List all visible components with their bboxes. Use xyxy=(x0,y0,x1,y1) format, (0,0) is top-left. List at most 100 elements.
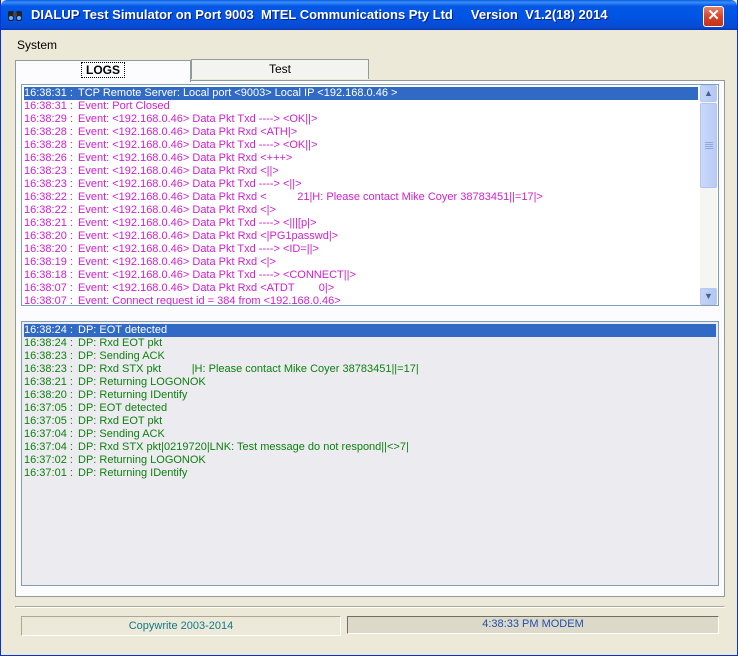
row-message: DP: EOT detected xyxy=(78,324,168,336)
event-log-row[interactable]: 16:38:20 : Event: <192.168.0.46> Data Pkt… xyxy=(24,230,698,243)
scroll-thumb[interactable] xyxy=(700,103,717,188)
row-time: 16:38:29 : xyxy=(24,113,73,125)
close-icon: ✕ xyxy=(707,7,720,24)
row-time: 16:37:01 : xyxy=(24,467,73,479)
event-log-row[interactable]: 16:38:19 : Event: <192.168.0.46> Data Pkt… xyxy=(24,256,698,269)
row-time: 16:38:23 : xyxy=(24,165,73,177)
event-log-row[interactable]: 16:38:26 : Event: <192.168.0.46> Data Pkt… xyxy=(24,152,698,165)
row-message: Event: Connect request id = 384 from <19… xyxy=(78,295,341,306)
row-message: DP: EOT detected xyxy=(78,402,168,414)
row-message: Event: <192.168.0.46> Data Pkt Rxd <ATH|… xyxy=(78,126,298,138)
row-message: Event: <192.168.0.46> Data Pkt Rxd <|> xyxy=(78,256,276,268)
row-message: DP: Sending ACK xyxy=(78,350,165,362)
close-button[interactable]: ✕ xyxy=(703,6,724,27)
grip-icon xyxy=(705,142,713,149)
event-log-row[interactable]: 16:38:23 : Event: <192.168.0.46> Data Pkt… xyxy=(24,165,698,178)
event-log-row[interactable]: 16:38:31 : Event: Port Closed xyxy=(24,100,698,113)
row-time: 16:38:21 : xyxy=(24,217,73,229)
tab-logs-label: LOGS xyxy=(80,62,125,78)
app-window: DIALUP Test Simulator on Port 9003 MTEL … xyxy=(0,0,738,656)
row-time: 16:38:24 : xyxy=(24,337,73,349)
event-log-row[interactable]: 16:38:22 : Event: <192.168.0.46> Data Pkt… xyxy=(24,204,698,217)
row-message: Event: <192.168.0.46> Data Pkt Rxd < 21|… xyxy=(78,191,543,203)
tab-logs[interactable]: LOGS xyxy=(15,60,191,82)
row-time: 16:38:22 : xyxy=(24,204,73,216)
event-log-row[interactable]: 16:38:28 : Event: <192.168.0.46> Data Pkt… xyxy=(24,139,698,152)
dp-log-row[interactable]: 16:37:04 : DP: Sending ACK xyxy=(24,428,716,441)
event-log-row[interactable]: 16:38:28 : Event: <192.168.0.46> Data Pkt… xyxy=(24,126,698,139)
event-log-row[interactable]: 16:38:31 : TCP Remote Server: Local port … xyxy=(24,87,698,100)
dp-log-row[interactable]: 16:38:21 : DP: Returning LOGONOK xyxy=(24,376,716,389)
dp-log-row[interactable]: 16:38:23 : DP: Sending ACK xyxy=(24,350,716,363)
status-divider xyxy=(15,606,725,608)
row-time: 16:38:20 : xyxy=(24,243,73,255)
row-message: DP: Sending ACK xyxy=(78,428,165,440)
dp-log-row[interactable]: 16:38:20 : DP: Returning IDentify xyxy=(24,389,716,402)
row-message: Event: <192.168.0.46> Data Pkt Rxd <+++> xyxy=(78,152,293,164)
binoculars-icon xyxy=(8,11,22,21)
row-message: DP: Rxd EOT pkt xyxy=(78,337,163,349)
row-time: 16:38:19 : xyxy=(24,256,73,268)
dp-log-row[interactable]: 16:38:24 : DP: Rxd EOT pkt xyxy=(24,337,716,350)
row-message: Event: <192.168.0.46> Data Pkt Txd ---->… xyxy=(78,139,318,151)
row-time: 16:38:20 : xyxy=(24,389,73,401)
row-message: Event: <192.168.0.46> Data Pkt Rxd <||> xyxy=(78,165,279,177)
menu-bar: System xyxy=(5,38,69,55)
event-log-row[interactable]: 16:38:29 : Event: <192.168.0.46> Data Pkt… xyxy=(24,113,698,126)
menu-system[interactable]: System xyxy=(5,37,69,53)
event-log-list[interactable]: ▲ ▼ 16:38:31 : TCP Remote Server: Local p… xyxy=(21,84,719,306)
dp-log-row[interactable]: 16:38:23 : DP: Rxd STX pkt |H: Please con… xyxy=(24,363,716,376)
row-time: 16:38:23 : xyxy=(24,178,73,190)
status-copyright: Copywrite 2003-2014 xyxy=(21,616,341,636)
window-title: DIALUP Test Simulator on Port 9003 MTEL … xyxy=(31,7,608,22)
scroll-down-button[interactable]: ▼ xyxy=(700,288,717,305)
row-time: 16:38:28 : xyxy=(24,126,73,138)
row-time: 16:38:23 : xyxy=(24,350,73,362)
event-log-scrollbar[interactable]: ▲ ▼ xyxy=(700,85,717,305)
row-message: Event: <192.168.0.46> Data Pkt Txd ---->… xyxy=(78,113,318,125)
row-message: DP: Returning LOGONOK xyxy=(78,376,206,388)
scroll-up-button[interactable]: ▲ xyxy=(700,85,717,102)
row-message: Event: <192.168.0.46> Data Pkt Rxd <|> xyxy=(78,204,276,216)
row-message: DP: Returning IDentify xyxy=(78,389,188,401)
dp-log-row[interactable]: 16:37:05 : DP: EOT detected xyxy=(24,402,716,415)
dp-log-row[interactable]: 16:37:04 : DP: Rxd STX pkt|0219720|LNK: T… xyxy=(24,441,716,454)
chevron-down-icon: ▼ xyxy=(704,291,713,301)
row-time: 16:37:05 : xyxy=(24,402,73,414)
row-time: 16:37:04 : xyxy=(24,428,73,440)
row-time: 16:37:04 : xyxy=(24,441,73,453)
event-log-row[interactable]: 16:38:23 : Event: <192.168.0.46> Data Pkt… xyxy=(24,178,698,191)
row-time: 16:37:05 : xyxy=(24,415,73,427)
dp-log-row[interactable]: 16:38:24 : DP: EOT detected xyxy=(24,324,716,337)
row-message: Event: <192.168.0.46> Data Pkt Txd ---->… xyxy=(78,269,356,281)
dp-log-row[interactable]: 16:37:01 : DP: Returning IDentify xyxy=(24,467,716,480)
title-bar[interactable]: DIALUP Test Simulator on Port 9003 MTEL … xyxy=(1,0,737,30)
row-message: DP: Rxd STX pkt|0219720|LNK: Test messag… xyxy=(78,441,409,453)
dp-log-row[interactable]: 16:37:02 : DP: Returning LOGONOK xyxy=(24,454,716,467)
event-log-row[interactable]: 16:38:20 : Event: <192.168.0.46> Data Pkt… xyxy=(24,243,698,256)
row-time: 16:38:31 : xyxy=(24,100,73,112)
event-log-row[interactable]: 16:38:07 : Event: Connect request id = 38… xyxy=(24,295,698,306)
event-log-row[interactable]: 16:38:22 : Event: <192.168.0.46> Data Pkt… xyxy=(24,191,698,204)
row-message: Event: <192.168.0.46> Data Pkt Txd ---->… xyxy=(78,243,319,255)
row-message: DP: Returning IDentify xyxy=(78,467,188,479)
tab-test-label: Test xyxy=(268,62,291,76)
row-message: Event: Port Closed xyxy=(78,100,170,112)
tab-test[interactable]: Test xyxy=(191,59,369,79)
row-message: Event: <192.168.0.46> Data Pkt Rxd <|PG1… xyxy=(78,230,339,242)
row-time: 16:38:31 : xyxy=(24,87,73,99)
row-time: 16:38:18 : xyxy=(24,269,73,281)
event-log-row[interactable]: 16:38:07 : Event: <192.168.0.46> Data Pkt… xyxy=(24,282,698,295)
status-clock-mode: 4:38:33 PM MODEM xyxy=(347,616,719,634)
event-log-row[interactable]: 16:38:18 : Event: <192.168.0.46> Data Pkt… xyxy=(24,269,698,282)
row-message: DP: Returning LOGONOK xyxy=(78,454,206,466)
dp-log-list[interactable]: 16:38:24 : DP: EOT detected 16:38:24 : DP: … xyxy=(21,321,719,586)
row-time: 16:38:07 : xyxy=(24,282,73,294)
row-time: 16:38:07 : xyxy=(24,295,73,306)
row-message: Event: <192.168.0.46> Data Pkt Rxd <ATDT… xyxy=(78,282,335,294)
dp-log-row[interactable]: 16:37:05 : DP: Rxd EOT pkt xyxy=(24,415,716,428)
chevron-up-icon: ▲ xyxy=(704,88,713,98)
event-log-row[interactable]: 16:38:21 : Event: <192.168.0.46> Data Pkt… xyxy=(24,217,698,230)
row-time: 16:38:20 : xyxy=(24,230,73,242)
row-message: Event: <192.168.0.46> Data Pkt Txd ---->… xyxy=(78,178,302,190)
